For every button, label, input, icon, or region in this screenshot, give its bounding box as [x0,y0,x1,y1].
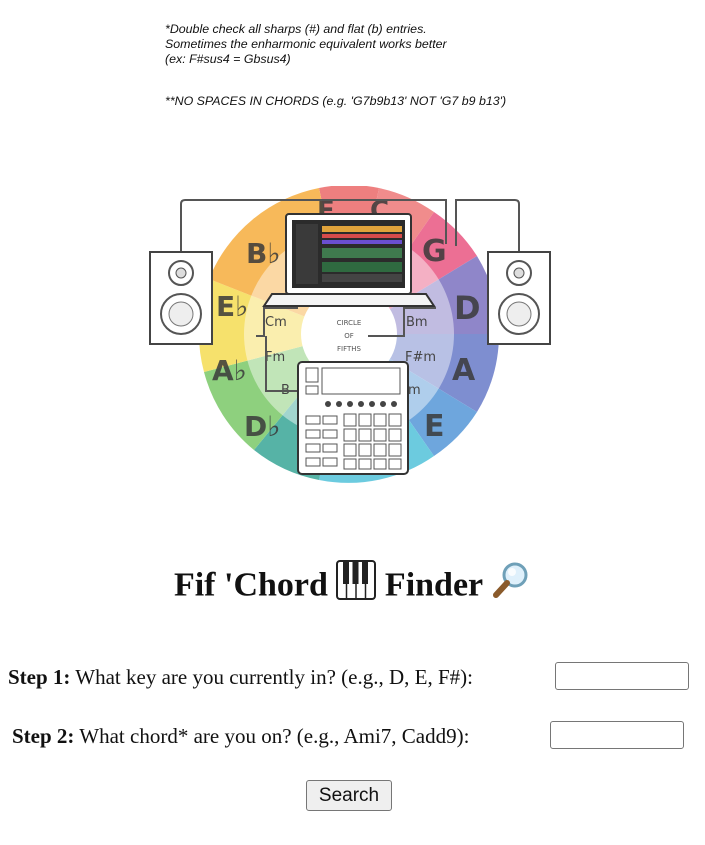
step2-label-text: What chord* are you on? (e.g., Ami7, Cad… [74,724,470,748]
key-label-db: D♭ [244,410,280,443]
inner-label-m: m [408,383,421,398]
step1-label: Step 1: What key are you currently in? (… [8,665,473,690]
instructions-note: *Double check all sharps (#) and flat (b… [165,22,506,109]
key-label-g: G [422,234,447,269]
center-text-of: OF [344,332,354,340]
step2-label-bold: Step 2: [12,724,75,748]
key-label-a: A [452,353,476,388]
controller-icon [297,361,409,475]
chord-input[interactable] [550,721,684,749]
inner-label-fm: Fm [265,350,285,365]
step2-label: Step 2: What chord* are you on? (e.g., A… [12,724,469,749]
laptop-icon [262,213,436,307]
center-text-circle: CIRCLE [337,319,362,327]
step1-label-bold: Step 1: [8,665,71,689]
note-line-example: (ex: F#sus4 = Gbsus4) [165,52,291,66]
piano-keys-icon [336,560,377,615]
note-line-sharps: *Double check all sharps (#) and flat (b… [165,22,427,36]
search-button[interactable]: Search [306,780,392,811]
title-text-fif-chord: Fif 'Chord [173,566,328,604]
inner-label-fsm: F#m [405,350,436,365]
key-label-e: E [424,409,445,444]
inner-label-cm: Cm [265,315,287,330]
note-line-enharmonic: Sometimes the enharmonic equivalent work… [165,37,447,51]
step1-label-text: What key are you currently in? (e.g., D,… [70,665,473,689]
circle-of-fifths-hero-image: F C G D A E D♭ A♭ E♭ B♭ Cm Bm F#m Fm B m… [146,186,554,486]
right-speaker-icon [487,251,551,345]
center-text-fifths: FIFTHS [337,345,362,353]
note-line-no-spaces: **NO SPACES IN CHORDS (e.g. 'G7b9b13' NO… [165,94,507,108]
inner-label-bm: Bm [406,315,428,330]
left-speaker-icon [149,251,213,345]
hero-illustration: F C G D A E D♭ A♭ E♭ B♭ Cm Bm F#m Fm B m… [149,186,551,483]
key-label-d: D [454,289,481,327]
page-title: Fif 'Chord Finder [0,560,705,615]
key-label-bb: B♭ [246,237,281,270]
key-label-ab: A♭ [212,354,247,387]
key-input[interactable] [555,662,689,690]
title-text-finder: Finder [384,566,483,604]
key-label-eb: E♭ [216,290,248,323]
magnifying-glass-icon [491,560,531,615]
